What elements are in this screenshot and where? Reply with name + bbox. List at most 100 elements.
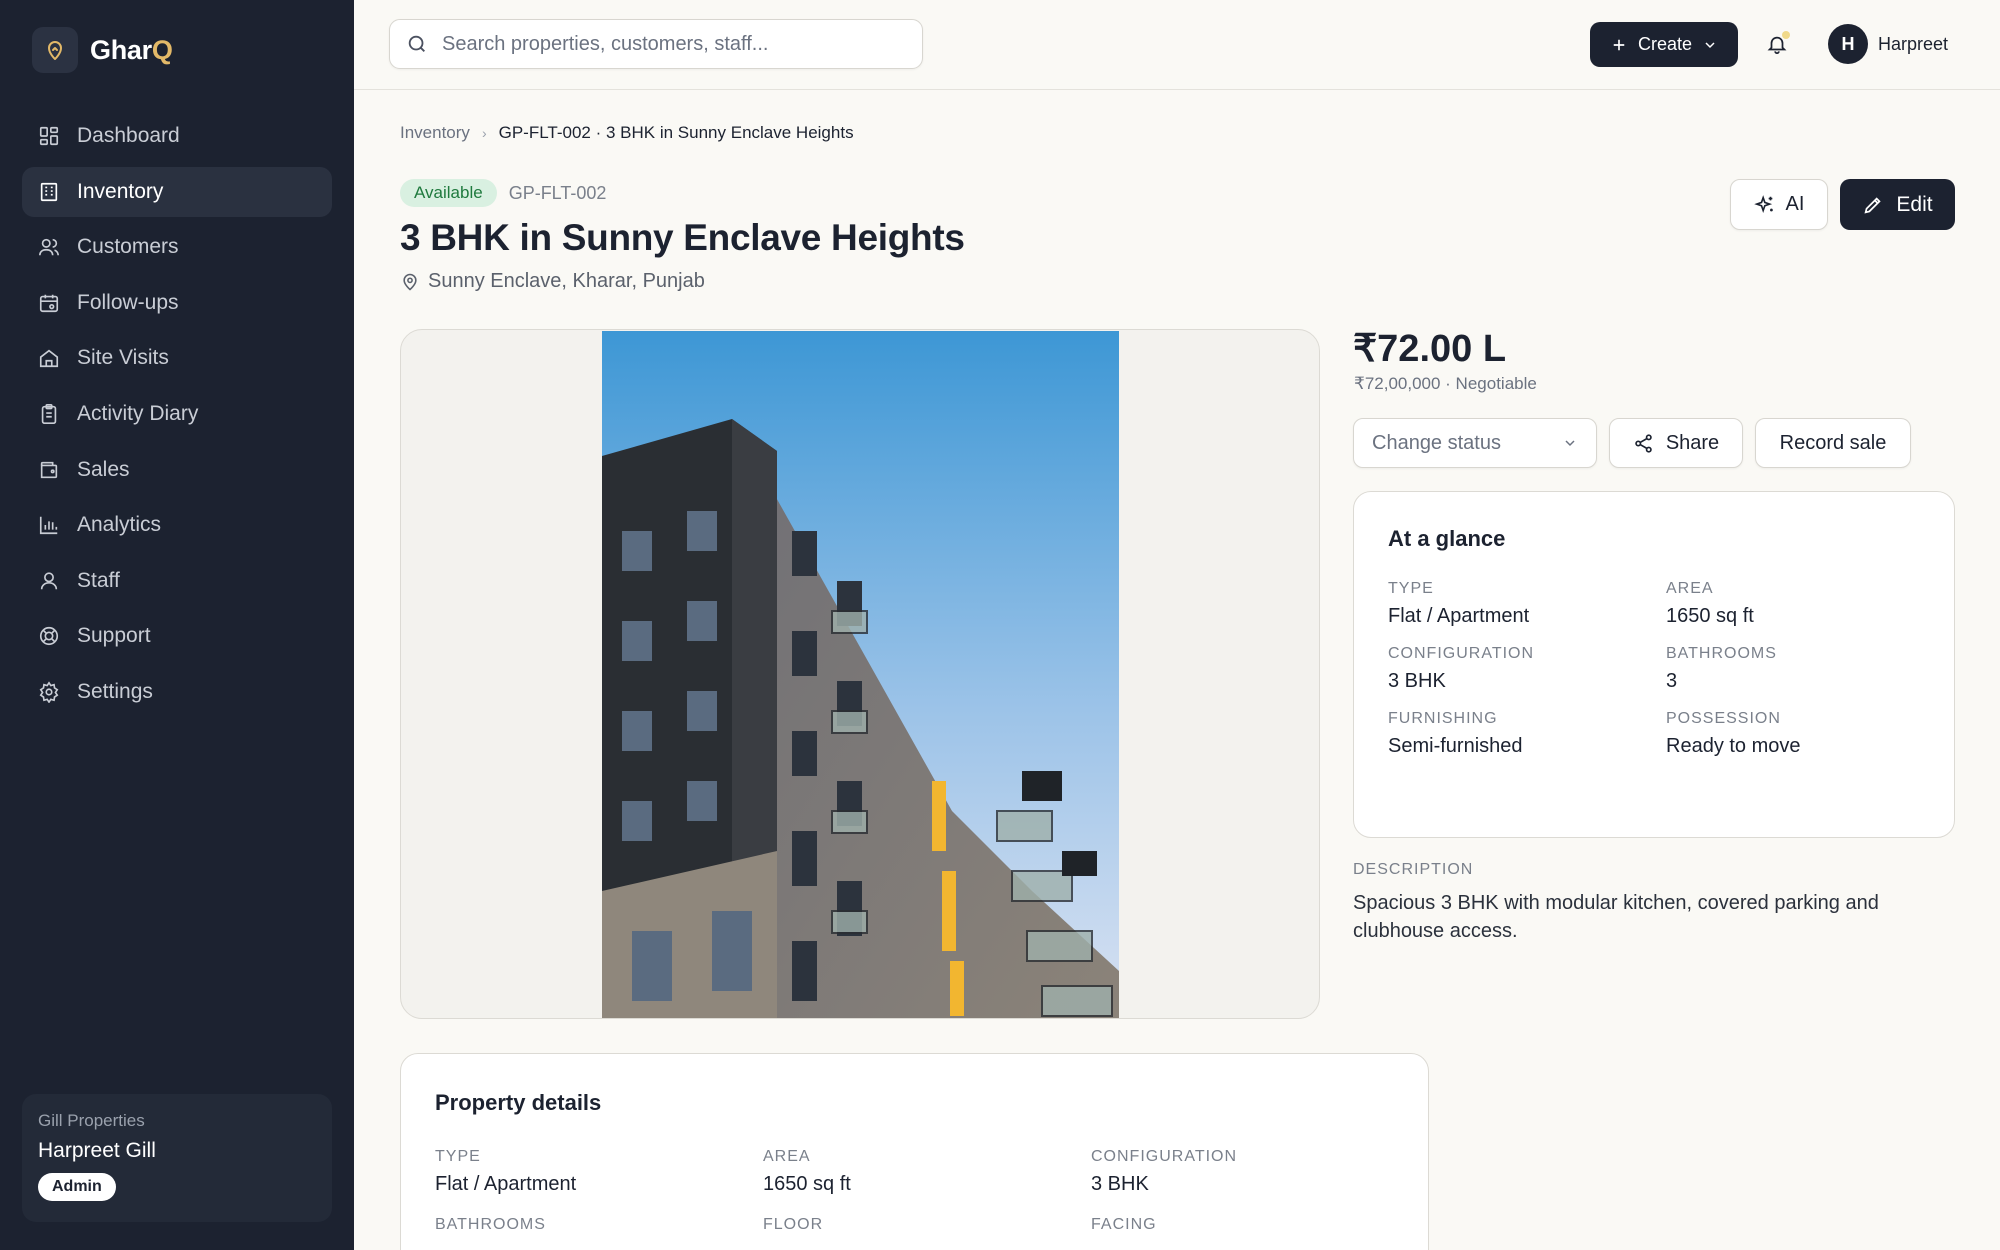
sidebar-item-follow-ups[interactable]: Follow-ups — [22, 278, 332, 328]
property-photo-gallery[interactable] — [400, 329, 1320, 1019]
property-photo — [602, 331, 1119, 1018]
fact-label: BATHROOMS — [435, 1216, 546, 1233]
logo-icon — [32, 27, 78, 73]
sidebar-item-label: Sales — [77, 457, 130, 481]
details-facts: TYPE Flat / Apartment AREA 1650 sq ft CONF… — [435, 1148, 1394, 1241]
glance-facts: TYPE Flat / Apartment AREA 1650 sq ft CONF… — [1388, 580, 1920, 758]
user-menu[interactable]: H Harpreet — [1828, 24, 1948, 64]
lifebuoy-icon — [39, 627, 59, 646]
sidebar-item-staff[interactable]: Staff — [22, 556, 332, 606]
fact-value: 3 — [1666, 670, 1678, 692]
building-icon — [40, 182, 58, 201]
property-code: GP-FLT-002 — [508, 182, 607, 203]
breadcrumb: Inventory › GP-FLT-002 · 3 BHK in Sunny … — [400, 123, 854, 143]
property-price: ₹72.00 L — [1353, 328, 1507, 370]
sidebar-item-label: Activity Diary — [77, 401, 199, 425]
sidebar-item-customers[interactable]: Customers — [22, 222, 332, 272]
search-icon — [408, 35, 425, 52]
fact-label: TYPE — [1388, 580, 1434, 597]
sidebar-item-site-visits[interactable]: Site Visits — [22, 333, 332, 383]
fact-item: TYPE Flat / Apartment — [1388, 580, 1666, 628]
property-details-card: Property details TYPE Flat / Apartment AR… — [400, 1053, 1429, 1250]
user-icon — [40, 572, 58, 590]
fact-label: AREA — [763, 1148, 811, 1165]
chevron-down-icon — [1705, 41, 1715, 48]
bar-chart-icon — [39, 516, 58, 535]
org-user-name: Harpreet Gill — [38, 1139, 156, 1162]
fact-label: TYPE — [435, 1148, 481, 1165]
change-status-select[interactable]: Change status — [1353, 418, 1597, 468]
fact-label: BATHROOMS — [1666, 645, 1777, 662]
users-icon — [39, 239, 59, 256]
fact-item: AREA 1650 sq ft — [763, 1148, 1091, 1196]
sidebar-item-settings[interactable]: Settings — [22, 667, 332, 717]
fact-value: 1650 sq ft — [1666, 605, 1754, 627]
fact-item: TYPE Flat / Apartment — [435, 1148, 763, 1196]
sidebar-nav: Dashboard Inventory Customers Follow-ups… — [22, 111, 332, 723]
wallet-icon — [40, 461, 58, 478]
create-label: Create — [1637, 34, 1693, 54]
header-user-name: Harpreet — [1878, 33, 1949, 54]
record-sale-button[interactable]: Record sale — [1755, 418, 1911, 468]
sidebar-item-dashboard[interactable]: Dashboard — [22, 111, 332, 161]
sidebar-item-label: Site Visits — [77, 346, 169, 370]
search-bar[interactable] — [389, 19, 923, 69]
breadcrumb-inventory-link[interactable]: Inventory — [400, 123, 470, 143]
sparkles-icon — [1753, 194, 1773, 213]
breadcrumb-current: GP-FLT-002 · 3 BHK in Sunny Enclave Heig… — [498, 123, 854, 142]
card-title: At a glance — [1388, 526, 1506, 551]
fact-label: CONFIGURATION — [1388, 645, 1535, 662]
status-badge: Available — [400, 179, 497, 207]
brand-name: GharQ — [90, 34, 173, 65]
sidebar-item-inventory[interactable]: Inventory — [22, 166, 332, 217]
fact-item: AREA 1650 sq ft — [1666, 580, 1926, 628]
brand[interactable]: GharQ — [32, 27, 173, 73]
sidebar: GharQ Dashboard Inventory Customers Foll… — [0, 0, 354, 1250]
fact-value: 3 BHK — [1091, 1173, 1149, 1195]
sidebar-item-analytics[interactable]: Analytics — [22, 500, 332, 550]
sidebar-item-sales[interactable]: Sales — [22, 445, 332, 495]
fact-item: BATHROOMS 3 — [1666, 645, 1926, 693]
fact-value: Ready to move — [1666, 735, 1801, 757]
edit-button[interactable]: Edit — [1840, 179, 1955, 230]
sidebar-item-activity-diary[interactable]: Activity Diary — [22, 389, 332, 439]
share-icon — [1635, 433, 1652, 453]
clipboard-icon — [41, 403, 57, 424]
create-button[interactable]: Create — [1590, 22, 1738, 67]
search-input[interactable] — [442, 32, 882, 56]
sidebar-item-label: Settings — [77, 679, 153, 703]
share-button[interactable]: Share — [1609, 418, 1743, 468]
record-sale-label: Record sale — [1779, 431, 1887, 454]
fact-label: FURNISHING — [1388, 710, 1498, 727]
fact-value: Semi-furnished — [1388, 735, 1523, 757]
sidebar-item-support[interactable]: Support — [22, 611, 332, 661]
chevron-right-icon: › — [481, 125, 487, 141]
org-card[interactable]: Gill Properties Harpreet Gill Admin — [22, 1094, 332, 1222]
status-row: Available GP-FLT-002 — [400, 179, 606, 207]
chevron-down-icon — [1565, 440, 1575, 447]
fact-item: FLOOR — [763, 1216, 1091, 1241]
calendar-icon — [39, 294, 59, 312]
fact-label: AREA — [1666, 580, 1714, 597]
notifications-button[interactable] — [1762, 29, 1792, 59]
sidebar-item-label: Follow-ups — [77, 290, 179, 314]
card-title: Property details — [435, 1090, 602, 1115]
pencil-icon — [1864, 196, 1882, 214]
fact-item: FACING — [1091, 1216, 1391, 1241]
dashboard-icon — [39, 126, 59, 146]
fact-item: BATHROOMS — [435, 1216, 763, 1241]
share-label: Share — [1665, 431, 1720, 454]
role-badge: Admin — [38, 1173, 116, 1201]
fact-item: CONFIGURATION 3 BHK — [1388, 645, 1666, 693]
page-title: 3 BHK in Sunny Enclave Heights — [400, 217, 965, 258]
org-name: Gill Properties — [38, 1111, 145, 1130]
fact-value: 1650 sq ft — [763, 1173, 851, 1195]
avatar: H — [1828, 24, 1868, 64]
description-text: Spacious 3 BHK with modular kitchen, cov… — [1353, 892, 1879, 942]
ai-button[interactable]: AI — [1730, 179, 1828, 230]
home-icon — [39, 349, 59, 368]
fact-item: FURNISHING Semi-furnished — [1388, 710, 1666, 758]
at-a-glance-card: At a glance TYPE Flat / Apartment AREA 165… — [1353, 491, 1955, 838]
fact-item: CONFIGURATION 3 BHK — [1091, 1148, 1391, 1196]
sidebar-item-label: Customers — [77, 235, 179, 259]
